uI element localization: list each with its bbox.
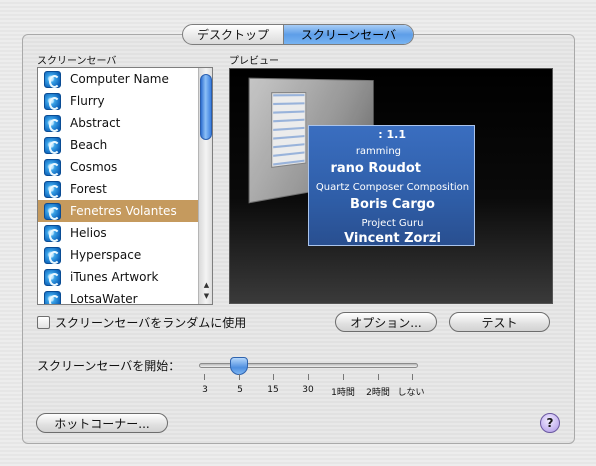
- slider-tick-label: 1時間: [331, 388, 355, 398]
- list-item[interactable]: Forest: [38, 178, 198, 200]
- slider-tick-label: 15: [267, 385, 279, 395]
- list-item[interactable]: iTunes Artwork: [38, 266, 198, 288]
- credits-line: Quartz Composer Composition: [315, 182, 470, 193]
- slider-tick: [273, 374, 274, 380]
- credits-line: Boris Cargo: [350, 197, 435, 212]
- list-item[interactable]: LotsaWater: [38, 288, 198, 305]
- list-item[interactable]: Beach: [38, 134, 198, 156]
- help-icon[interactable]: ?: [540, 413, 560, 433]
- screensaver-icon: [44, 136, 61, 154]
- start-slider-thumb[interactable]: [230, 357, 248, 375]
- list-item[interactable]: Abstract: [38, 112, 198, 134]
- list-item-label: Forest: [70, 182, 107, 196]
- slider-tick: [308, 374, 309, 380]
- list-item[interactable]: Computer Name: [38, 68, 198, 90]
- slider-tick: [412, 374, 413, 380]
- scroll-up-arrow-icon[interactable]: ▲: [199, 280, 212, 291]
- screensaver-icon: [44, 114, 61, 132]
- list-item-label: Cosmos: [70, 160, 118, 174]
- screensaver-icon: [44, 92, 61, 110]
- list-item[interactable]: Hyperspace: [38, 244, 198, 266]
- random-screensaver-label: スクリーンセーバをランダムに使用: [55, 316, 247, 330]
- tab-screensaver[interactable]: スクリーンセーバ: [284, 25, 413, 44]
- tab-desktop[interactable]: デスクトップ: [183, 25, 284, 44]
- list-item-label: Abstract: [70, 116, 121, 130]
- screensaver-list-header: スクリーンセーバ: [37, 56, 117, 67]
- random-screensaver-checkbox[interactable]: [37, 316, 50, 329]
- list-item-label: Helios: [70, 226, 107, 240]
- slider-tick-label: しない: [397, 388, 425, 398]
- screensaver-icon: [44, 246, 61, 264]
- list-item-label: Fenetres Volantes: [70, 204, 177, 218]
- screensaver-icon: [44, 202, 61, 220]
- slider-tick-label: 5: [237, 385, 243, 395]
- credits-line: ramming: [355, 146, 401, 157]
- slider-tick: [239, 374, 240, 380]
- slider-tick: [378, 374, 379, 380]
- screensaver-preview: : 1.1 ramming rano Roudot Quartz Compose…: [229, 68, 553, 304]
- screensaver-list[interactable]: Computer Name Flurry Abstract Beach Cosm…: [37, 67, 213, 305]
- list-item[interactable]: Flurry: [38, 90, 198, 112]
- screensaver-icon: [44, 180, 61, 198]
- tab-bar: デスクトップ スクリーンセーバ: [182, 24, 414, 45]
- list-item-label: LotsaWater: [70, 292, 138, 305]
- screensaver-icon: [44, 158, 61, 176]
- screensaver-icon: [44, 70, 61, 88]
- preview-credits-card: : 1.1 ramming rano Roudot Quartz Compose…: [308, 125, 475, 246]
- list-item-label: Hyperspace: [70, 248, 142, 262]
- credits-line: rano Roudot: [330, 161, 421, 176]
- list-item-label: Computer Name: [70, 72, 169, 86]
- credits-line: Project Guru: [361, 218, 424, 229]
- start-slider-label: スクリーンセーバを開始：: [37, 359, 181, 373]
- screensaver-icon: [44, 268, 61, 286]
- scrollbar-thumb[interactable]: [200, 74, 212, 140]
- slider-tick-label: 3: [202, 385, 208, 395]
- screensaver-icon: [44, 290, 61, 304]
- list-item-label: iTunes Artwork: [70, 270, 159, 284]
- random-screensaver-row[interactable]: スクリーンセーバをランダムに使用: [37, 314, 246, 331]
- test-button[interactable]: テスト: [449, 312, 550, 332]
- list-item-selected[interactable]: Fenetres Volantes: [38, 200, 198, 222]
- list-item[interactable]: Cosmos: [38, 156, 198, 178]
- options-button[interactable]: オプション...: [335, 312, 437, 332]
- slider-tick: [204, 374, 205, 380]
- list-item-label: Flurry: [70, 94, 105, 108]
- list-item-label: Beach: [70, 138, 108, 152]
- preview-header: プレビュー: [229, 56, 279, 67]
- slider-tick-label: 30: [302, 385, 314, 395]
- credits-line: Vincent Zorzi: [344, 231, 441, 246]
- credits-version: : 1.1: [378, 128, 406, 141]
- slider-tick-label: 2時間: [366, 388, 390, 398]
- list-item[interactable]: Helios: [38, 222, 198, 244]
- list-scrollbar[interactable]: ▲ ▼: [198, 68, 212, 304]
- scroll-down-arrow-icon[interactable]: ▼: [199, 291, 212, 302]
- preview-window-list: [273, 94, 305, 166]
- hot-corners-button[interactable]: ホットコーナー...: [36, 413, 168, 433]
- slider-tick: [343, 374, 344, 380]
- screensaver-icon: [44, 224, 61, 242]
